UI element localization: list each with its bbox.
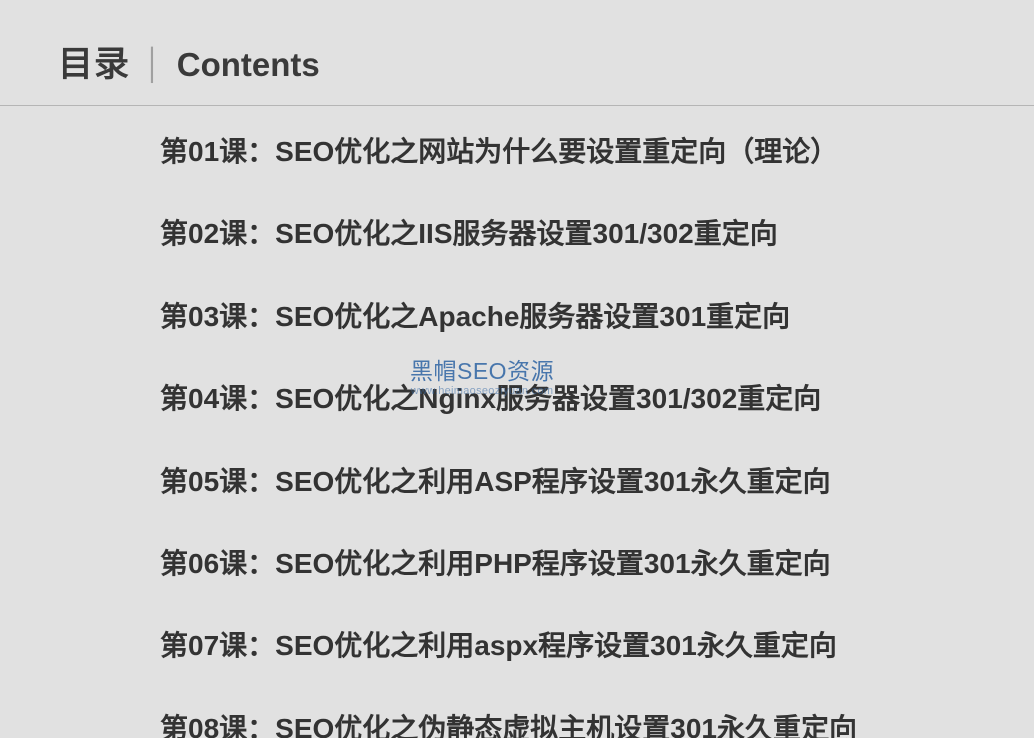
header-divider: │	[144, 48, 163, 82]
toc-header: 目录 │ Contents	[0, 0, 1034, 106]
toc-item: 第01课：SEO优化之网站为什么要设置重定向（理论）	[160, 134, 1034, 170]
header-title-en: Contents	[177, 46, 320, 84]
toc-list: 第01课：SEO优化之网站为什么要设置重定向（理论） 第02课：SEO优化之II…	[0, 106, 1034, 738]
toc-item: 第05课：SEO优化之利用ASP程序设置301永久重定向	[160, 464, 1034, 500]
header-title-zh: 目录	[58, 36, 130, 87]
toc-item: 第08课：SEO优化之伪静态虚拟主机设置301永久重定向	[160, 711, 1034, 738]
page: 目录 │ Contents 第01课：SEO优化之网站为什么要设置重定向（理论）…	[0, 0, 1034, 738]
toc-item: 第07课：SEO优化之利用aspx程序设置301永久重定向	[160, 628, 1034, 664]
toc-item: 第06课：SEO优化之利用PHP程序设置301永久重定向	[160, 546, 1034, 582]
toc-item: 第02课：SEO优化之IIS服务器设置301/302重定向	[160, 216, 1034, 252]
toc-item: 第03课：SEO优化之Apache服务器设置301重定向	[160, 299, 1034, 335]
toc-item: 第04课：SEO优化之Nginx服务器设置301/302重定向	[160, 381, 1034, 417]
